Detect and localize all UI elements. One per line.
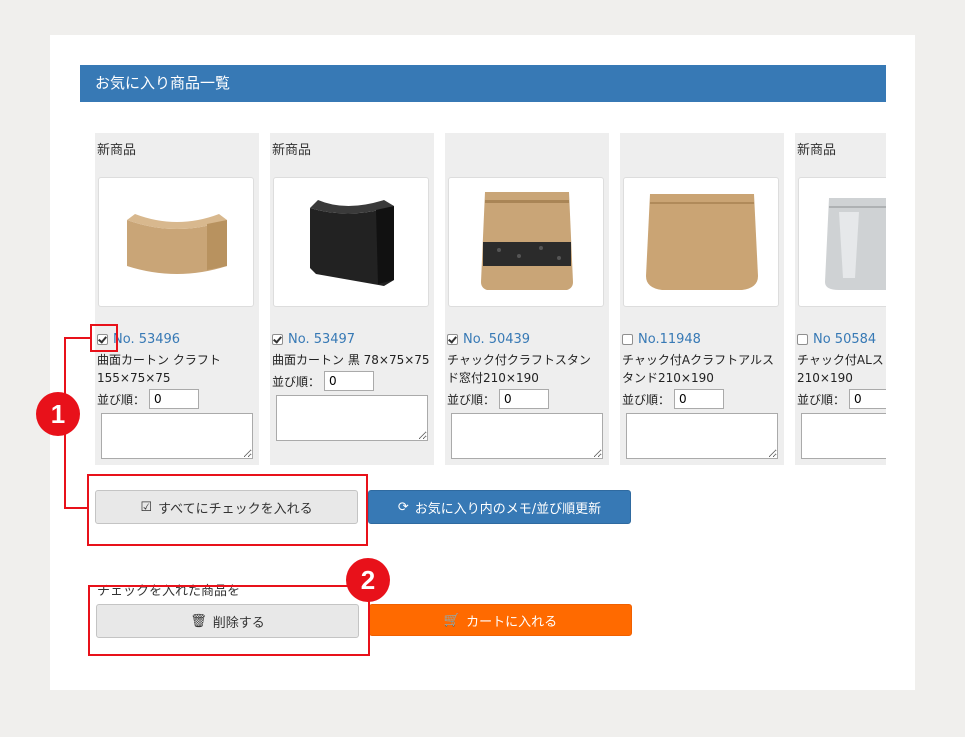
- cart-label: カートに入れる: [466, 614, 558, 630]
- annotation-box-checkbox: [90, 324, 118, 352]
- sort-order-label: 並び順：: [97, 392, 146, 407]
- new-item-tag: 新商品: [272, 143, 312, 158]
- memo-textarea[interactable]: [451, 413, 603, 459]
- new-item-tag: 新商品: [97, 143, 137, 158]
- annotation-connector: [64, 507, 88, 509]
- product-card: 新商品 No. 53497 曲面カートン 黒 78×75×75 並び順：: [270, 133, 434, 465]
- sort-order-row: 並び順：: [622, 389, 725, 409]
- product-number-row: No 50584: [797, 331, 876, 347]
- product-checkbox[interactable]: [272, 333, 283, 345]
- memo-textarea[interactable]: [626, 413, 778, 459]
- sort-order-input[interactable]: [324, 371, 375, 391]
- page-title: お気に入り商品一覧: [80, 65, 886, 102]
- sort-order-row: 並び順：: [797, 389, 886, 409]
- sort-order-input[interactable]: [674, 389, 725, 409]
- product-card: 新商品 No 50584 チャック付ALス 210×190 並び順：: [795, 133, 886, 465]
- sort-order-label: 並び順：: [797, 392, 846, 407]
- annotation-box-check-all: [87, 474, 368, 546]
- sort-order-input[interactable]: [149, 389, 200, 409]
- product-number-link[interactable]: No. 53497: [288, 332, 355, 347]
- annotation-connector: [64, 337, 92, 339]
- memo-textarea[interactable]: [101, 413, 253, 459]
- sort-order-label: 並び順：: [272, 374, 321, 389]
- product-checkbox[interactable]: [447, 333, 458, 345]
- product-card: No.11948 チャック付Aクラフトアルス タンド210×190 並び順：: [620, 133, 784, 465]
- product-checkbox[interactable]: [622, 333, 633, 345]
- product-name: 曲面カートン クラフト 155×75×75: [97, 353, 221, 385]
- product-checkbox[interactable]: [797, 333, 808, 345]
- sort-order-row: 並び順：: [447, 389, 550, 409]
- sort-order-label: 並び順：: [622, 392, 671, 407]
- favorites-list: 新商品 No. 53496 曲面カートン クラフト 155×75×75 並び順：…: [80, 130, 886, 470]
- product-name: チャック付クラフトスタン ド窓付210×190: [447, 353, 591, 385]
- product-number-link[interactable]: No 50584: [813, 332, 876, 347]
- product-name: チャック付ALス 210×190: [797, 353, 884, 385]
- update-label: お気に入り内のメモ/並び順更新: [414, 501, 602, 517]
- cart-icon: 🛒: [443, 612, 461, 628]
- sort-order-label: 並び順：: [447, 392, 496, 407]
- add-to-cart-button[interactable]: 🛒 カートに入れる: [369, 604, 632, 636]
- sort-order-row: 並び順：: [272, 371, 375, 391]
- product-card: No. 50439 チャック付クラフトスタン ド窓付210×190 並び順：: [445, 133, 609, 465]
- product-image[interactable]: [798, 177, 886, 307]
- product-image[interactable]: [623, 177, 779, 307]
- product-image[interactable]: [273, 177, 429, 307]
- annotation-box-delete: [88, 585, 370, 656]
- product-image[interactable]: [98, 177, 254, 307]
- refresh-icon: ⟳: [397, 499, 409, 515]
- product-number-link[interactable]: No. 50439: [463, 332, 530, 347]
- memo-textarea[interactable]: [801, 413, 886, 459]
- annotation-badge-1: 1: [36, 392, 80, 436]
- memo-textarea[interactable]: [276, 395, 428, 441]
- product-name: 曲面カートン 黒 78×75×75: [272, 353, 430, 367]
- new-item-tag: 新商品: [797, 143, 837, 158]
- product-image[interactable]: [448, 177, 604, 307]
- sort-order-row: 並び順：: [97, 389, 200, 409]
- sort-order-input[interactable]: [849, 389, 886, 409]
- update-memo-order-button[interactable]: ⟳ お気に入り内のメモ/並び順更新: [368, 490, 631, 524]
- annotation-badge-2: 2: [346, 558, 390, 602]
- product-number-link[interactable]: No. 53496: [113, 332, 180, 347]
- product-number-row: No.11948: [622, 331, 701, 347]
- product-card: 新商品 No. 53496 曲面カートン クラフト 155×75×75 並び順：: [95, 133, 259, 465]
- product-name: チャック付Aクラフトアルス タンド210×190: [622, 353, 774, 385]
- product-number-link[interactable]: No.11948: [638, 332, 701, 347]
- sort-order-input[interactable]: [499, 389, 550, 409]
- product-number-row: No. 53497: [272, 331, 355, 347]
- product-number-row: No. 50439: [447, 331, 530, 347]
